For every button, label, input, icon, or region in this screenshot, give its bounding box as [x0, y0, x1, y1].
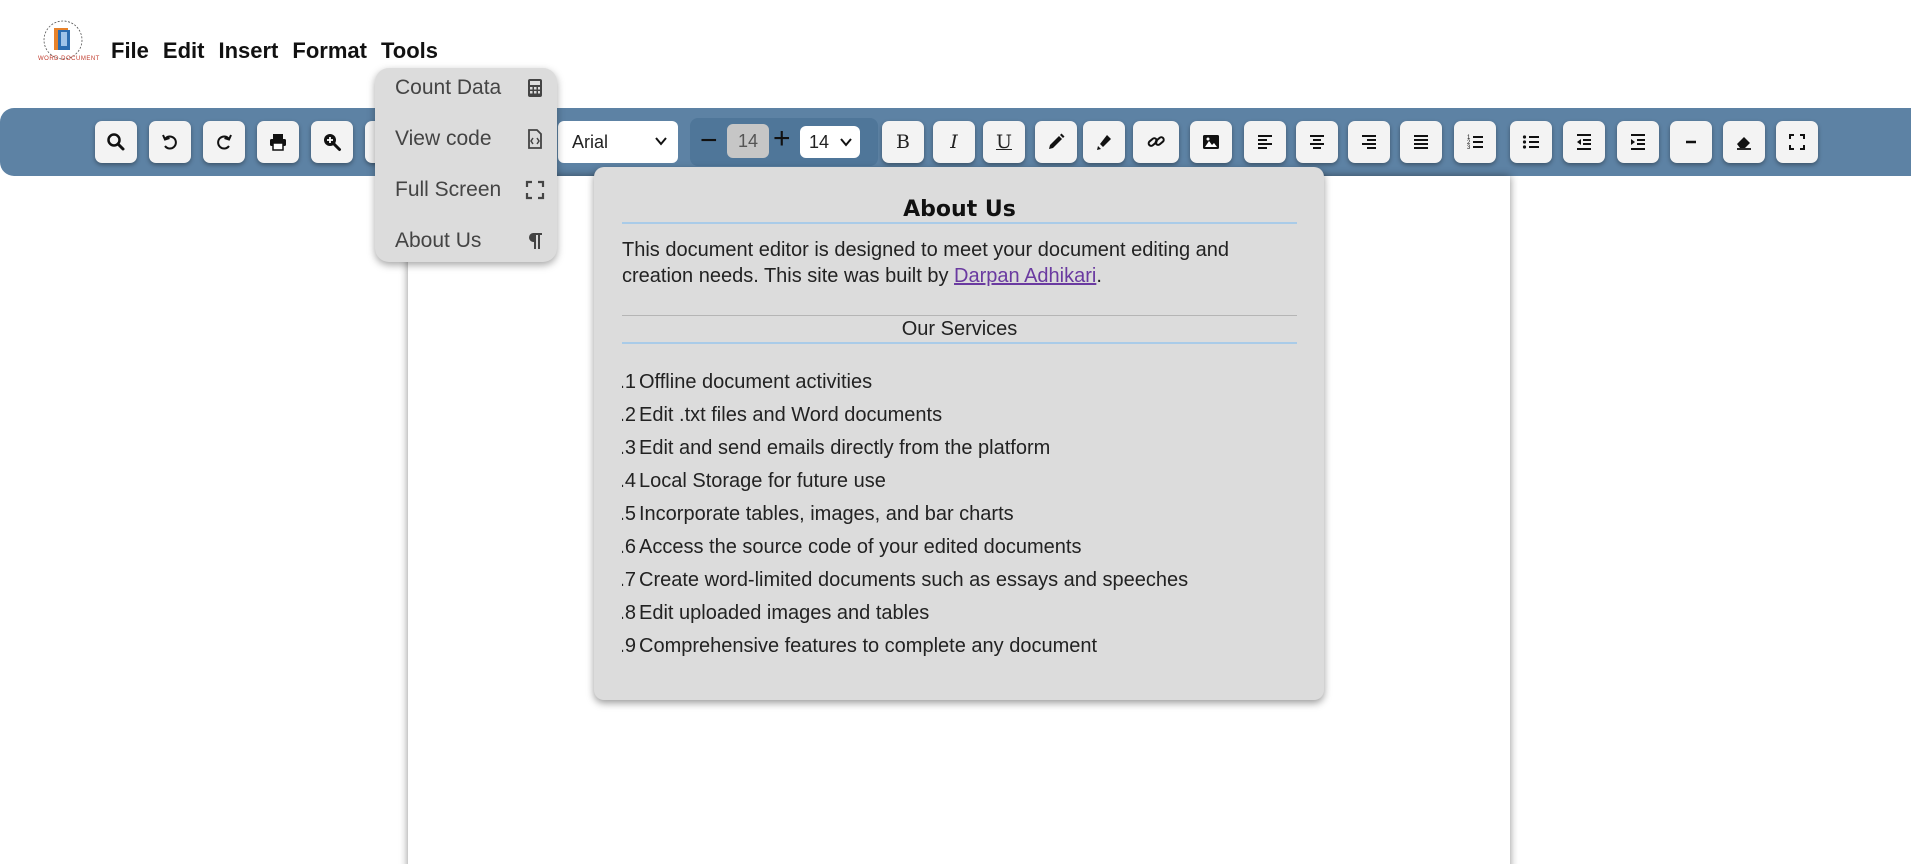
- search-icon: [107, 133, 125, 151]
- list-item: 7.Create word-limited documents such as …: [622, 569, 1189, 591]
- menu-file[interactable]: File: [111, 38, 149, 64]
- author-link[interactable]: Darpan Adhikari: [954, 265, 1096, 287]
- fullscreen-icon: [1789, 134, 1805, 150]
- zoom-in-icon: [324, 134, 341, 151]
- menu-tools[interactable]: Tools: [381, 38, 438, 64]
- horizontal-rule-button[interactable]: [1670, 121, 1712, 163]
- image-icon: [1203, 135, 1219, 149]
- font-family-value: Arial: [572, 131, 609, 152]
- menu-bar: File Edit Insert Format Tools: [111, 38, 438, 64]
- list-item: 6.Access the source code of your edited …: [622, 536, 1082, 558]
- menu-item-about-us[interactable]: About Us: [395, 229, 545, 253]
- search-button[interactable]: [95, 121, 137, 163]
- title-divider: [622, 222, 1297, 224]
- undo-icon: [162, 134, 177, 150]
- redo-button[interactable]: [203, 121, 245, 163]
- menu-item-full-screen[interactable]: Full Screen: [395, 178, 545, 202]
- code-file-icon: [528, 129, 542, 149]
- list-item: 4.Local Storage for future use: [622, 470, 886, 492]
- align-justify-icon: [1414, 135, 1428, 149]
- undo-button[interactable]: [149, 121, 191, 163]
- logo-text: WORD DOCUMENT: [38, 56, 100, 62]
- fullscreen-icon: [525, 180, 545, 200]
- services-divider-top: [622, 315, 1297, 316]
- minus-icon: [1686, 140, 1696, 144]
- highlighter-icon: [1097, 135, 1111, 150]
- insert-image-button[interactable]: [1190, 121, 1232, 163]
- list-item: 8.Edit uploaded images and tables: [622, 602, 930, 624]
- font-size-select[interactable]: 14: [800, 126, 860, 158]
- bold-button[interactable]: B: [882, 121, 924, 163]
- about-us-modal: About Us This document editor is designe…: [594, 167, 1324, 700]
- indent-icon: [1631, 134, 1645, 150]
- align-left-button[interactable]: [1244, 121, 1286, 163]
- zoom-in-button[interactable]: [311, 121, 353, 163]
- services-list: 1.Offline document activities 2.Edit .tx…: [622, 371, 1302, 668]
- outdent-icon: [1577, 134, 1591, 150]
- menu-format[interactable]: Format: [292, 38, 367, 64]
- modal-title: About Us: [903, 197, 1016, 222]
- text-color-button[interactable]: [1035, 121, 1077, 163]
- services-heading: Our Services: [901, 318, 1018, 340]
- highlight-button[interactable]: [1083, 121, 1125, 163]
- menu-insert[interactable]: Insert: [218, 38, 278, 64]
- list-item: 9.Comprehensive features to complete any…: [622, 635, 1098, 657]
- underline-button[interactable]: U: [983, 121, 1025, 163]
- font-family-select[interactable]: Arial: [558, 121, 678, 163]
- list-item: 1.Offline document activities: [622, 371, 873, 393]
- list-item: 2.Edit .txt files and Word documents: [622, 404, 943, 426]
- print-button[interactable]: [257, 121, 299, 163]
- print-icon: [270, 134, 286, 151]
- align-left-icon: [1258, 135, 1272, 149]
- unordered-list-icon: [1522, 135, 1539, 149]
- italic-button[interactable]: I: [933, 121, 975, 163]
- calculator-icon: [528, 79, 542, 97]
- ordered-list-icon: 123: [1467, 135, 1483, 151]
- align-center-icon: [1310, 135, 1324, 149]
- list-item: 5.Incorporate tables, images, and bar ch…: [622, 503, 1014, 525]
- svg-text:3: 3: [1467, 145, 1471, 151]
- decrease-font-size-button[interactable]: −: [700, 126, 718, 156]
- pencil-icon: [1049, 133, 1065, 149]
- menu-item-view-code[interactable]: View code: [395, 127, 545, 151]
- menu-edit[interactable]: Edit: [163, 38, 205, 64]
- redo-icon: [217, 134, 232, 150]
- font-size-value[interactable]: 14: [727, 124, 769, 158]
- list-item: 3.Edit and send emails directly from the…: [622, 437, 1051, 459]
- menu-item-count-data[interactable]: Count Data: [395, 76, 545, 100]
- paragraph-icon: [528, 233, 542, 249]
- font-size-select-value: 14: [809, 131, 830, 152]
- increase-font-size-button[interactable]: +: [773, 124, 791, 154]
- indent-button[interactable]: [1617, 121, 1659, 163]
- chevron-down-icon: [840, 138, 852, 147]
- link-button[interactable]: [1133, 121, 1179, 163]
- clear-format-button[interactable]: [1723, 121, 1765, 163]
- fullscreen-button[interactable]: [1776, 121, 1818, 163]
- align-justify-button[interactable]: [1400, 121, 1442, 163]
- services-divider-bottom: [622, 342, 1297, 344]
- about-intro: This document editor is designed to meet…: [622, 239, 1230, 287]
- outdent-button[interactable]: [1563, 121, 1605, 163]
- align-right-button[interactable]: [1348, 121, 1390, 163]
- eraser-icon: [1737, 137, 1751, 150]
- tools-dropdown: Count Data View code Full Screen About U…: [375, 68, 557, 262]
- link-icon: [1147, 136, 1165, 147]
- chevron-down-icon: [655, 137, 667, 146]
- unordered-list-button[interactable]: [1510, 121, 1552, 163]
- align-right-icon: [1362, 135, 1376, 149]
- align-center-button[interactable]: [1296, 121, 1338, 163]
- ordered-list-button[interactable]: 123: [1454, 121, 1496, 163]
